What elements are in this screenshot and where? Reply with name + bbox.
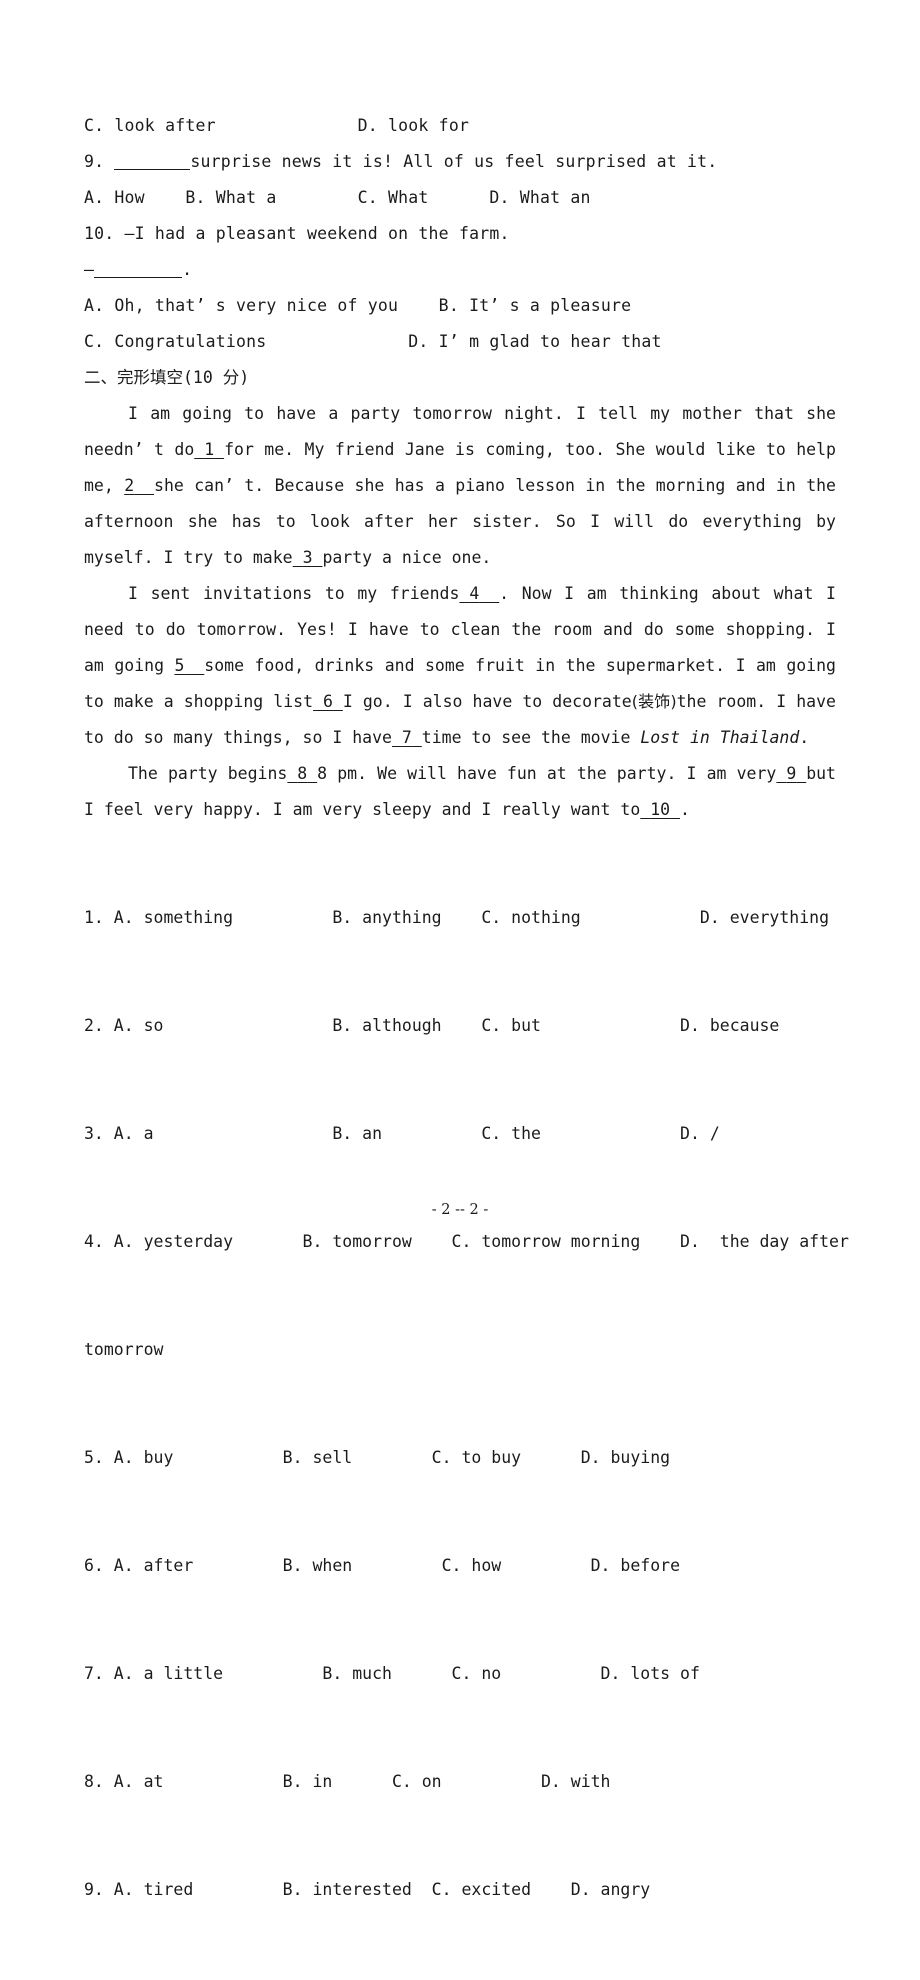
option-row-5[interactable]: 5. A. buy B. sell C. to buy D. buying <box>84 1440 836 1476</box>
q9-number: 9. <box>84 152 115 171</box>
option-row-1[interactable]: 1. A. something B. anything C. nothing D… <box>84 900 836 936</box>
blank-4[interactable]: 4 <box>459 584 499 603</box>
option-row-9[interactable]: 9. A. tired B. interested C. excited D. … <box>84 1872 836 1908</box>
option-row-6[interactable]: 6. A. after B. when C. how D. before <box>84 1548 836 1584</box>
p1-text-4: party a nice one. <box>322 548 492 567</box>
passage-paragraph-1: I am going to have a party tomorrow nigh… <box>84 396 836 576</box>
q8-options-line: C. look after D. look for <box>84 116 470 135</box>
option-row-4-wrap: tomorrow <box>84 1340 164 1359</box>
q10-answer-line: —. <box>84 252 836 288</box>
blank-9[interactable]: 9 <box>776 764 806 783</box>
blank-10[interactable]: 10 <box>640 800 680 819</box>
p3-text-4: . <box>680 800 690 819</box>
chinese-gloss-decorate: (装饰) <box>631 692 677 711</box>
blank-2[interactable]: 2 <box>124 476 154 495</box>
p3-text-1: The party begins <box>128 764 288 783</box>
option-row-2[interactable]: 2. A. so B. although C. but D. because <box>84 1008 836 1044</box>
blank-8[interactable]: 8 <box>287 764 317 783</box>
q10-blank[interactable] <box>94 277 183 278</box>
q9-stem-text: surprise news it is! All of us feel surp… <box>190 152 718 171</box>
q10-period: . <box>182 260 193 279</box>
option-row-7[interactable]: 7. A. a little B. much C. no D. lots of <box>84 1656 836 1692</box>
p2-text-4: I go. I also have to decorate <box>342 692 632 711</box>
section-heading: 二、完形填空(10 分) <box>84 360 836 396</box>
q10-stem: 10. —I had a pleasant weekend on the far… <box>84 224 510 243</box>
blank-7[interactable]: 7 <box>392 728 422 747</box>
section-score: (10 分) <box>183 368 250 387</box>
page-content: C. look after D. look for 9. surprise ne… <box>84 108 849 1980</box>
page-footer: - 2 -- 2 - <box>431 1202 489 1218</box>
q9-blank[interactable] <box>114 169 191 170</box>
q10-dash: — <box>84 260 95 279</box>
passage-paragraph-2: I sent invitations to my friends 4 . Now… <box>84 576 836 756</box>
q10-options-line-1: A. Oh, that’ s very nice of you B. It’ s… <box>84 296 632 315</box>
option-row-8[interactable]: 8. A. at B. in C. on D. with <box>84 1764 836 1800</box>
section-title-text: 完形填空 <box>117 368 183 387</box>
blank-1[interactable]: 1 <box>194 440 224 459</box>
p3-text-2: 8 pm. We will have fun at the party. I a… <box>317 764 777 783</box>
blank-6[interactable]: 6 <box>313 692 343 711</box>
p2-text-6: time to see the movie <box>421 728 641 747</box>
p2-text-7: . <box>799 728 810 747</box>
document-page: C. look after D. look for 9. surprise ne… <box>0 0 920 1899</box>
p2-text-1: I sent invitations to my friends <box>128 584 460 603</box>
option-row-3[interactable]: 3. A. a B. an C. the D. / <box>84 1116 836 1152</box>
passage-paragraph-3: The party begins 8 8 pm. We will have fu… <box>84 756 836 828</box>
movie-title: Lost in Thailand <box>640 728 800 747</box>
q9-stem: 9. surprise news it is! All of us feel s… <box>84 144 836 180</box>
blank-5[interactable]: 5 <box>174 656 204 675</box>
option-row-4[interactable]: 4. A. yesterday B. tomorrow C. tomorrow … <box>84 1224 849 1260</box>
blank-3[interactable]: 3 <box>293 548 323 567</box>
q10-options-line-2: C. Congratulations D. I’ m glad to hear … <box>84 332 662 351</box>
q9-options-line: A. How B. What a C. What D. What an <box>84 188 591 207</box>
section-number: 二、 <box>84 368 117 387</box>
answer-options-list: 1. A. something B. anything C. nothing D… <box>84 828 849 1980</box>
